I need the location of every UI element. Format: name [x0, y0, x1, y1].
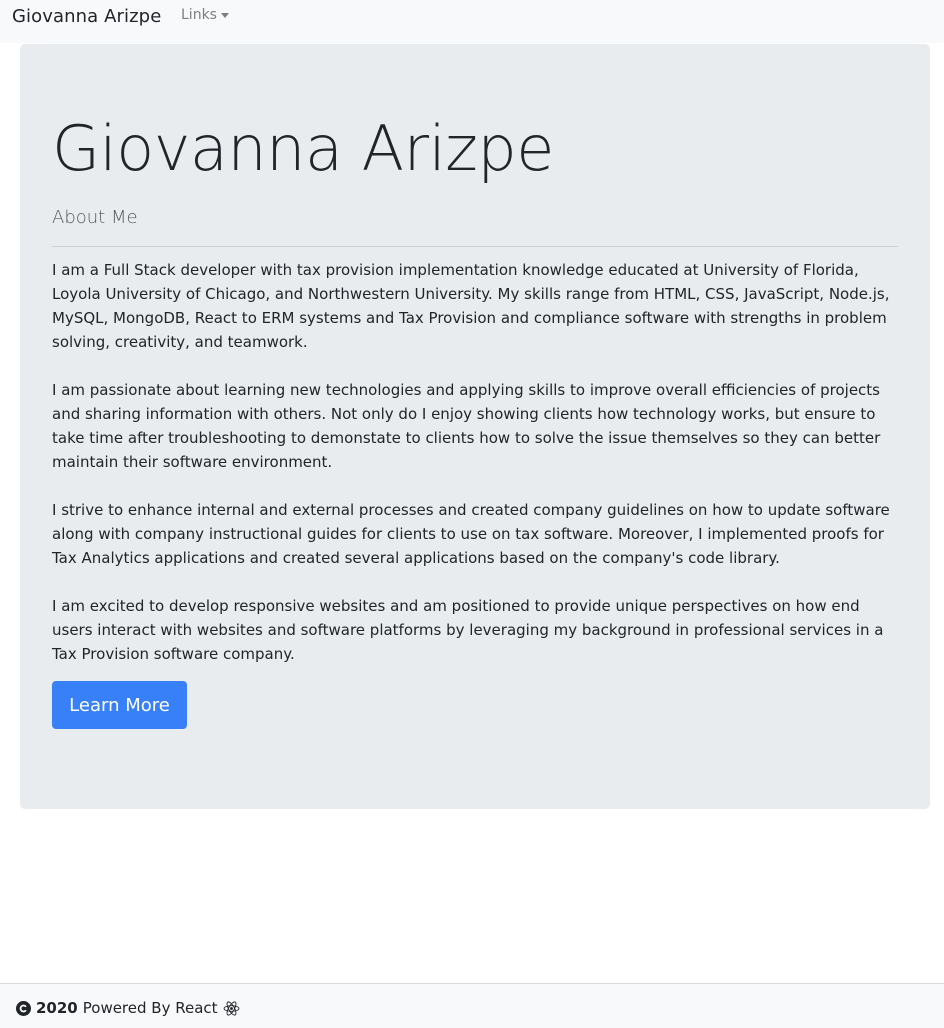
- about-text: I am a Full Stack developer with tax pro…: [52, 258, 898, 690]
- footer-year: 2020: [36, 999, 78, 1017]
- navbar-brand[interactable]: Giovanna Arizpe: [12, 6, 161, 27]
- page-title: Giovanna Arizpe: [52, 112, 554, 185]
- about-paragraph: I strive to enhance internal and externa…: [52, 501, 890, 567]
- about-paragraph: I am excited to develop responsive websi…: [52, 597, 884, 663]
- navbar: Giovanna Arizpe Links: [0, 0, 944, 43]
- links-dropdown[interactable]: Links: [181, 7, 229, 23]
- about-paragraph: I am passionate about learning new techn…: [52, 381, 881, 471]
- copyright-icon: [16, 1000, 31, 1016]
- divider: [52, 246, 898, 247]
- about-paragraph: I am a Full Stack developer with tax pro…: [52, 261, 890, 351]
- footer: 2020 Powered By React: [0, 983, 944, 1028]
- links-dropdown-label: Links: [181, 7, 217, 23]
- footer-content: 2020 Powered By React: [16, 999, 240, 1017]
- react-icon: [223, 1000, 239, 1016]
- chevron-down-icon: [220, 13, 229, 18]
- footer-text: Powered By React: [82, 999, 218, 1017]
- page-subtitle: About Me: [52, 207, 138, 228]
- learn-more-button[interactable]: Learn More: [52, 681, 187, 729]
- jumbotron: Giovanna Arizpe About Me I am a Full Sta…: [20, 44, 930, 809]
